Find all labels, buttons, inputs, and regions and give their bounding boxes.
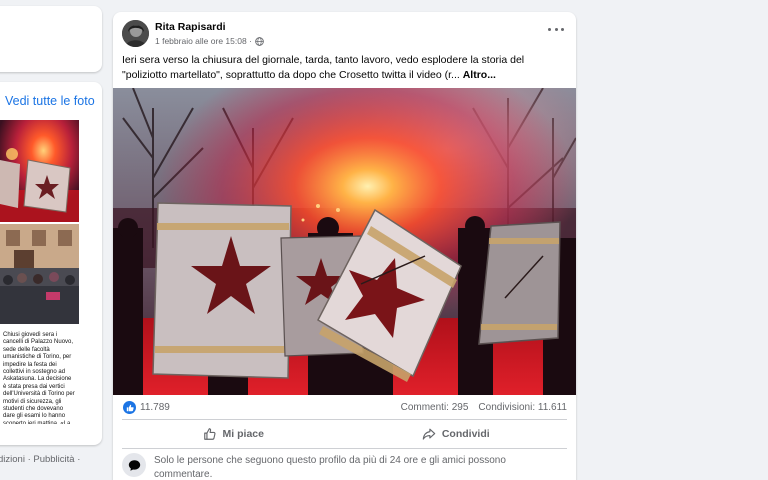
comment-restriction-notice: Solo le persone che seguono questo profi… xyxy=(122,453,567,480)
footer-links[interactable]: dizioni · Pubblicità · xyxy=(0,454,80,465)
post-actions: Mi piace Condividi xyxy=(122,421,567,447)
comments-count[interactable]: Commenti: 295 xyxy=(401,402,469,413)
post-card: Rita Rapisardi 1 febbraio alle ore 15:08… xyxy=(113,12,576,480)
like-count[interactable]: 11.789 xyxy=(140,402,170,413)
share-arrow-icon xyxy=(422,428,436,440)
thumbnail-caption: Chiusi giovedì sera i cancelli di Palazz… xyxy=(3,332,75,424)
like-reaction-icon[interactable] xyxy=(123,401,136,414)
see-all-photos-link[interactable]: Vedi tutte le foto xyxy=(5,94,95,108)
divider xyxy=(122,419,567,420)
share-button-label: Condividi xyxy=(441,428,490,440)
comment-bubble-icon xyxy=(122,453,146,477)
thumbs-up-icon xyxy=(203,428,216,440)
like-button-label: Mi piace xyxy=(222,428,264,440)
see-more-link[interactable]: Altro... xyxy=(463,69,496,81)
shares-count[interactable]: Condivisioni: 11.611 xyxy=(478,402,567,413)
reactions-bar: 11.789 Commenti: 295 Condivisioni: 11.61… xyxy=(122,401,567,415)
news-article-thumbnail[interactable]: Chiusi giovedì sera i cancelli di Palazz… xyxy=(0,224,79,424)
divider xyxy=(122,448,567,449)
intro-card xyxy=(0,6,102,72)
comment-restriction-text: Solo le persone che seguono questo profi… xyxy=(154,455,506,480)
post-body: Ieri sera verso la chiusura del giornale… xyxy=(122,53,568,83)
author-name[interactable]: Rita Rapisardi xyxy=(155,21,226,33)
share-button[interactable]: Condividi xyxy=(345,421,568,447)
post-meta: 1 febbraio alle ore 15:08 · xyxy=(155,36,264,46)
post-timestamp[interactable]: 1 febbraio alle ore 15:08 · xyxy=(155,36,252,46)
dot-icon xyxy=(561,27,564,31)
globe-icon xyxy=(255,36,264,46)
photos-card: Vedi tutte le foto Chiusi giovedì sera i… xyxy=(0,82,102,445)
photo-thumbnail[interactable] xyxy=(0,120,79,222)
like-button[interactable]: Mi piace xyxy=(122,421,345,447)
more-options-button[interactable] xyxy=(548,22,564,36)
engagement-counts: Commenti: 295 Condivisioni: 11.611 xyxy=(401,402,567,413)
avatar[interactable] xyxy=(122,20,149,47)
post-photo[interactable] xyxy=(113,88,576,395)
dot-icon xyxy=(548,27,551,31)
dot-icon xyxy=(554,27,558,31)
